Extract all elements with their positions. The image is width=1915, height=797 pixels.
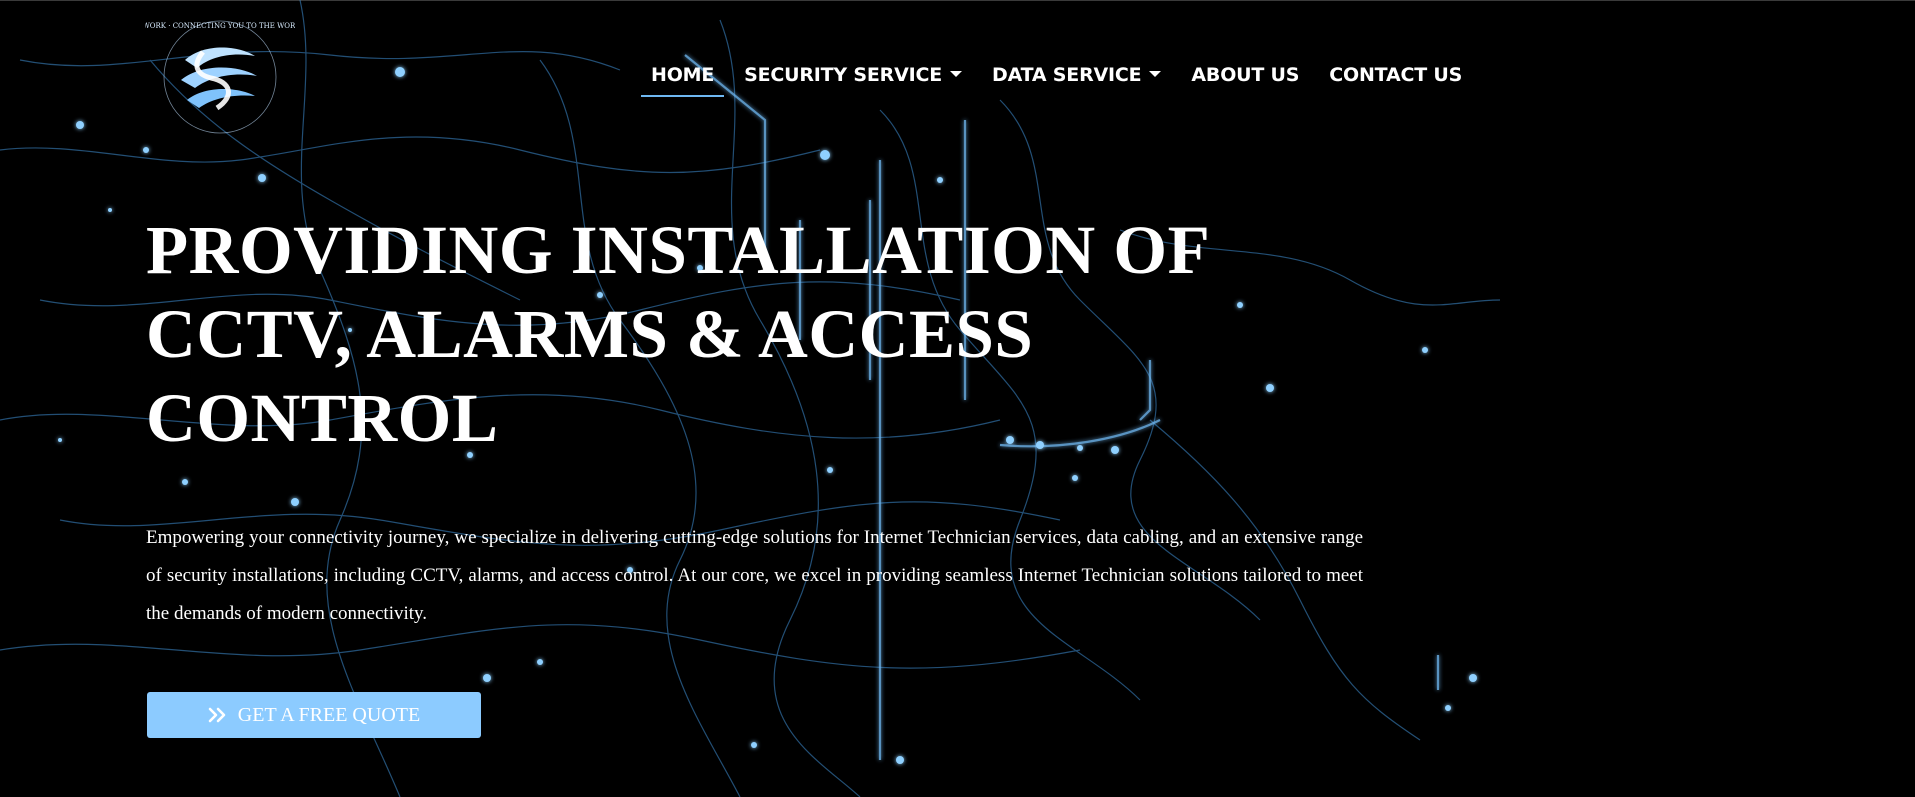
- nav-about-us-label: ABOUT US: [1191, 64, 1300, 86]
- nav-home[interactable]: HOME: [641, 58, 725, 97]
- hero-title-line: PROVIDING INSTALLATION OF: [146, 212, 1211, 288]
- logo-ring-text: KINETIC NETWORK · CONNECTING YOU TO THE …: [145, 22, 295, 30]
- nav-home-label: HOME: [651, 64, 715, 86]
- nav-contact-us-label: CONTACT US: [1329, 64, 1463, 86]
- kinetic-network-logo[interactable]: KINETIC NETWORK · CONNECTING YOU TO THE …: [145, 12, 295, 138]
- double-chevron-right-icon: [208, 707, 228, 723]
- caret-down-icon: [950, 71, 962, 77]
- caret-down-icon: [1149, 71, 1162, 77]
- nav-data-service[interactable]: DATA SERVICE: [982, 58, 1171, 96]
- get-free-quote-label: GET A FREE QUOTE: [237, 703, 421, 726]
- nav-data-service-label: DATA SERVICE: [992, 64, 1142, 86]
- nav-contact-us[interactable]: CONTACT US: [1319, 58, 1472, 96]
- hero-title: PROVIDING INSTALLATION OF CCTV, ALARMS &…: [146, 208, 1346, 460]
- get-free-quote-button[interactable]: GET A FREE QUOTE: [147, 692, 481, 738]
- nav-security-service[interactable]: SECURITY SERVICE: [734, 58, 972, 96]
- main-navigation: HOME SECURITY SERVICE DATA SERVICE ABOUT…: [641, 58, 1482, 100]
- nav-about-us[interactable]: ABOUT US: [1181, 58, 1309, 96]
- nav-security-service-label: SECURITY SERVICE: [744, 64, 942, 86]
- hero-title-line: CCTV, ALARMS & ACCESS: [146, 296, 1034, 372]
- hero-title-line: CONTROL: [146, 380, 499, 456]
- hero-description: Empowering your connectivity journey, we…: [146, 527, 1363, 624]
